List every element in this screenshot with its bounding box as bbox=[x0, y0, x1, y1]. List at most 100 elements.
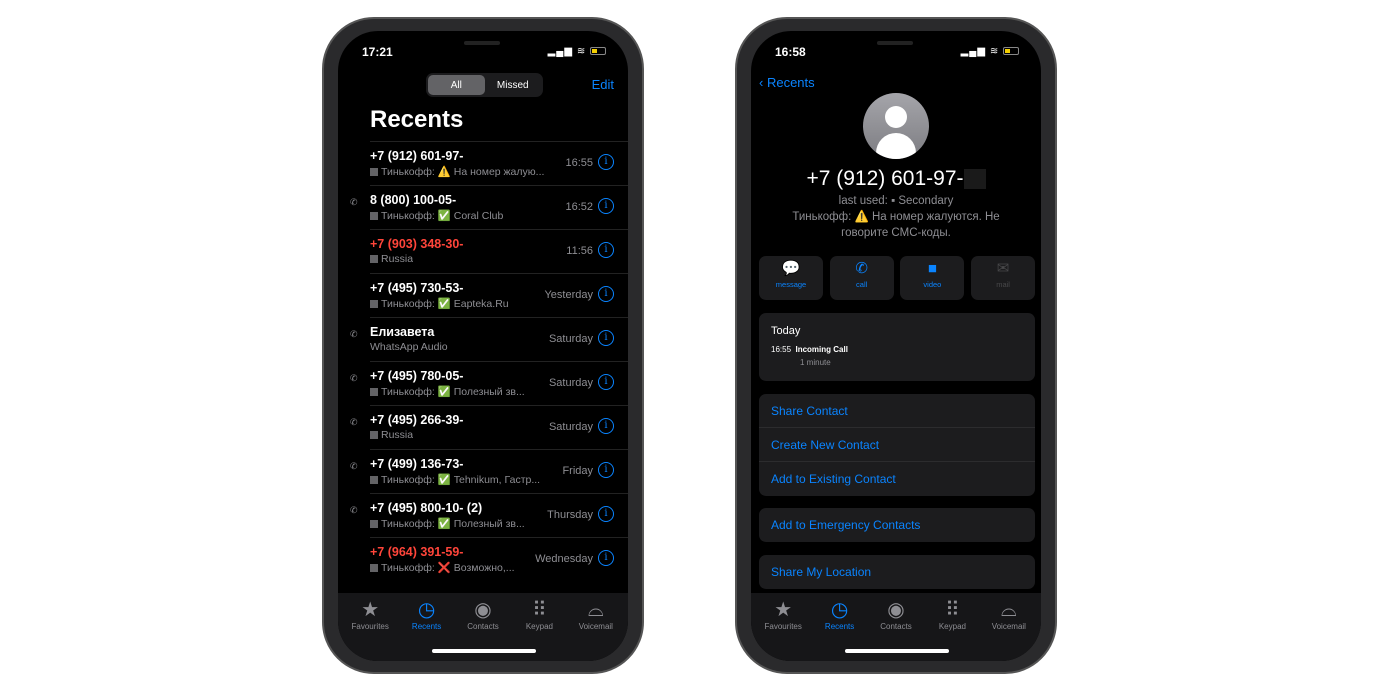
caller-number: +7 (964) 391-59- bbox=[370, 545, 464, 559]
tab-label: Contacts bbox=[880, 622, 912, 631]
caller-number: +7 (912) 601-97- bbox=[370, 149, 464, 163]
star-icon: ★ bbox=[361, 599, 380, 621]
action-label: video bbox=[923, 280, 942, 289]
contact-detail-screen: 16:58 ▂▄▆ ≋ ‹ Recents +7 (912) 601-97- l… bbox=[751, 31, 1041, 661]
page-title: Recents bbox=[370, 106, 464, 133]
outgoing-call-icon: ✆ bbox=[350, 373, 358, 383]
caller-subtitle: Тинькофф: ✅ Tehnikum, Гастр... bbox=[370, 473, 540, 486]
segment-missed[interactable]: Missed bbox=[485, 75, 542, 95]
tab-label: Contacts bbox=[467, 622, 499, 631]
info-icon[interactable]: i bbox=[598, 286, 614, 302]
action-label: call bbox=[856, 280, 868, 289]
caller-number: +7 (495) 730-53- bbox=[370, 281, 464, 295]
action-label: message bbox=[775, 280, 807, 289]
mail-icon: ✉ bbox=[996, 260, 1010, 277]
subtitle-text: Тинькофф: ✅ Полезный зв... bbox=[381, 386, 525, 398]
outgoing-call-icon: ✆ bbox=[350, 329, 358, 339]
recent-call-row[interactable]: ✆ +7 (495) 266-39- Russia Saturday i bbox=[350, 405, 628, 449]
clock-icon: ◷ bbox=[417, 599, 436, 621]
sim-icon bbox=[370, 520, 378, 529]
call-date: 11:56 bbox=[566, 245, 593, 257]
info-icon[interactable]: i bbox=[598, 418, 614, 434]
call-date: Friday bbox=[562, 465, 593, 477]
caller-subtitle: Russia bbox=[370, 253, 413, 265]
sim-icon bbox=[370, 168, 378, 177]
share-location-button[interactable]: Share My Location bbox=[759, 555, 1035, 589]
star-icon: ★ bbox=[774, 599, 793, 621]
info-icon[interactable]: i bbox=[598, 198, 614, 214]
voicemail-icon: ⌓ bbox=[1000, 599, 1017, 621]
home-indicator[interactable] bbox=[845, 649, 949, 653]
subtitle-text: Russia bbox=[381, 253, 414, 265]
subtitle-text: Тинькофф: ✅ Coral Club bbox=[381, 210, 504, 222]
recent-call-row[interactable]: +7 (912) 601-97- Тинькофф: ⚠️ На номер ж… bbox=[370, 141, 628, 185]
recent-call-row[interactable]: ✆ +7 (495) 780-05- Тинькофф: ✅ Полезный з… bbox=[350, 361, 628, 405]
recent-call-row[interactable]: ✆ +7 (495) 800-10- (2) Тинькофф: ✅ Полезн… bbox=[350, 493, 628, 537]
caller-subtitle: Russia bbox=[370, 429, 413, 441]
number-text: +7 (912) 601-97- bbox=[806, 167, 964, 190]
subtitle-text: Russia bbox=[381, 429, 414, 441]
info-icon[interactable]: i bbox=[598, 550, 614, 566]
info-icon[interactable]: i bbox=[598, 330, 614, 346]
info-icon[interactable]: i bbox=[598, 242, 614, 258]
call-date: 16:52 bbox=[565, 201, 593, 213]
keypad-icon: ⠿ bbox=[945, 599, 960, 621]
add-to-existing-contact-button[interactable]: Add to Existing Contact bbox=[759, 462, 1035, 496]
recent-call-row[interactable]: ✆ 8 (800) 100-05- Тинькофф: ✅ Coral Club … bbox=[350, 185, 628, 229]
battery-icon bbox=[1003, 47, 1019, 56]
subtitle-text: Тинькофф: ✅ Tehnikum, Гастр... bbox=[381, 474, 541, 486]
subtitle-text: Тинькофф: ⚠️ На номер жалую... bbox=[381, 166, 545, 178]
info-icon[interactable]: i bbox=[598, 374, 614, 390]
action-label: mail bbox=[996, 280, 1010, 289]
contact-number: +7 (912) 601-97- bbox=[751, 167, 1041, 191]
mail-button: ✉ mail bbox=[971, 256, 1036, 300]
tab-favourites[interactable]: ★ Favourites bbox=[342, 593, 398, 661]
info-icon[interactable]: i bbox=[598, 462, 614, 478]
caller-number: +7 (495) 780-05- bbox=[370, 369, 464, 383]
share-contact-button[interactable]: Share Contact bbox=[759, 394, 1035, 428]
tab-voicemail[interactable]: ⌓ Voicemail bbox=[981, 593, 1037, 661]
add-emergency-contact-button[interactable]: Add to Emergency Contacts bbox=[759, 508, 1035, 542]
outgoing-call-icon: ✆ bbox=[350, 505, 358, 515]
create-new-contact-button[interactable]: Create New Contact bbox=[759, 428, 1035, 462]
back-button[interactable]: ‹ Recents bbox=[759, 75, 815, 90]
recent-call-row[interactable]: +7 (495) 730-53- Тинькофф: ✅ Eapteka.Ru … bbox=[370, 273, 628, 317]
call-date: Thursday bbox=[547, 509, 593, 521]
video-icon: ■ bbox=[927, 260, 937, 277]
tab-voicemail[interactable]: ⌓ Voicemail bbox=[568, 593, 624, 661]
video-button[interactable]: ■ video bbox=[900, 256, 965, 300]
sim-icon bbox=[370, 564, 378, 573]
recent-call-row[interactable]: ✆ Елизавета WhatsApp Audio Saturday i bbox=[350, 317, 628, 361]
call-date: Saturday bbox=[548, 377, 593, 389]
history-duration: 1 minute bbox=[800, 358, 831, 367]
tab-label: Favourites bbox=[764, 622, 802, 631]
call-button[interactable]: ✆ call bbox=[829, 256, 894, 300]
filter-segmented-control[interactable]: All Missed bbox=[426, 73, 543, 97]
back-label: Recents bbox=[766, 75, 815, 90]
caller-number: +7 (499) 136-73- bbox=[370, 457, 464, 471]
recent-call-row[interactable]: +7 (964) 391-59- Тинькофф: ❌ Возможно,..… bbox=[370, 537, 628, 581]
clock-icon: ◷ bbox=[830, 599, 849, 621]
home-indicator[interactable] bbox=[432, 649, 536, 653]
tab-label: Voicemail bbox=[578, 622, 613, 631]
segment-all[interactable]: All bbox=[428, 75, 485, 95]
avatar bbox=[863, 93, 929, 159]
info-icon[interactable]: i bbox=[598, 154, 614, 170]
history-time: 16:55 bbox=[771, 345, 792, 354]
status-time: 16:58 bbox=[775, 45, 806, 59]
caller-number: +7 (495) 266-39- bbox=[370, 413, 464, 427]
chevron-left-icon: ‹ bbox=[759, 75, 767, 90]
tab-favourites[interactable]: ★ Favourites bbox=[755, 593, 811, 661]
recent-call-row[interactable]: ✆ +7 (499) 136-73- Тинькофф: ✅ Tehnikum, … bbox=[350, 449, 628, 493]
person-circle-icon: ◉ bbox=[887, 599, 905, 621]
message-button[interactable]: 💬 message bbox=[759, 256, 823, 300]
keypad-icon: ⠿ bbox=[532, 599, 547, 621]
status-icons: ▂▄▆ ≋ bbox=[961, 46, 1019, 57]
edit-button[interactable]: Edit bbox=[592, 77, 614, 92]
info-icon[interactable]: i bbox=[598, 506, 614, 522]
dynamic-island bbox=[877, 41, 913, 45]
sim-icon bbox=[370, 300, 378, 309]
call-date: Saturday bbox=[548, 421, 593, 433]
history-type: Incoming Call bbox=[795, 345, 848, 354]
recent-call-row[interactable]: +7 (903) 348-30- Russia 11:56 i bbox=[370, 229, 628, 273]
